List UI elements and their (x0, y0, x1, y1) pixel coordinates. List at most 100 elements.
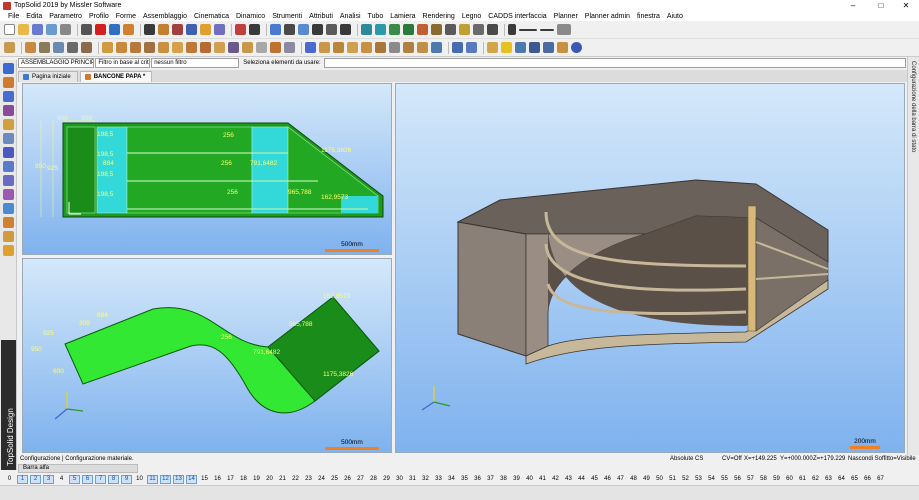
layer-button[interactable]: 63 (823, 475, 834, 484)
note-icon[interactable] (487, 42, 498, 53)
menu-assemblaggio[interactable]: Assemblaggio (143, 13, 187, 20)
print-icon[interactable] (60, 24, 71, 35)
pipe-tool-icon[interactable] (2, 189, 14, 200)
layer-button[interactable]: 55 (719, 475, 730, 484)
render-icon[interactable] (417, 24, 428, 35)
layer-button[interactable]: 44 (576, 475, 587, 484)
visibility-status[interactable]: Nascondi Soffitto=Visibile (848, 455, 916, 464)
zoom-icon[interactable] (361, 24, 372, 35)
close-button[interactable]: ✕ (893, 0, 919, 11)
layer-button[interactable]: 11 (147, 474, 158, 484)
box-icon[interactable] (340, 24, 351, 35)
layer-button[interactable]: 35 (459, 475, 470, 484)
menu-forme[interactable]: Forme (116, 13, 136, 20)
menu-planner-admin[interactable]: Planner admin (585, 13, 630, 20)
layer-button[interactable]: 47 (615, 475, 626, 484)
attribute-icon[interactable] (158, 24, 169, 35)
edge-icon[interactable] (186, 42, 197, 53)
render-tool-icon[interactable] (2, 217, 14, 228)
menu-legno[interactable]: Legno (462, 13, 481, 20)
menu-profilo[interactable]: Profilo (89, 13, 109, 20)
menu-aiuto[interactable]: Aiuto (667, 13, 683, 20)
coordinate-system[interactable]: Absolute CS (670, 455, 703, 464)
layer-button[interactable]: 27 (355, 475, 366, 484)
menu-analisi[interactable]: Analisi (340, 13, 361, 20)
tools-icon[interactable] (186, 24, 197, 35)
layer-button[interactable]: 21 (277, 475, 288, 484)
hole-icon[interactable] (39, 42, 50, 53)
part-icon[interactable] (25, 42, 36, 53)
layer-button[interactable]: 8 (108, 474, 119, 484)
board-icon[interactable] (102, 42, 113, 53)
layer-button[interactable]: 37 (485, 475, 496, 484)
export-icon[interactable] (515, 42, 526, 53)
point-icon[interactable] (235, 24, 246, 35)
layer-button[interactable]: 30 (394, 475, 405, 484)
copy-icon[interactable] (452, 42, 463, 53)
menu-rendering[interactable]: Rendering (423, 13, 455, 20)
menu-file[interactable]: File (8, 13, 19, 20)
wood-tool-icon[interactable] (2, 231, 14, 242)
pen-icon[interactable] (305, 42, 316, 53)
layer-button[interactable]: 41 (537, 475, 548, 484)
menu-finestra[interactable]: finestra (637, 13, 660, 20)
calculator-icon[interactable] (81, 24, 92, 35)
layer-button[interactable]: 15 (199, 475, 210, 484)
cabinet-icon[interactable] (158, 42, 169, 53)
beam-icon[interactable] (375, 42, 386, 53)
layer-button[interactable]: 40 (524, 475, 535, 484)
layer-button[interactable]: 62 (810, 475, 821, 484)
layer-button[interactable]: 10 (134, 475, 145, 484)
dowel-icon[interactable] (214, 42, 225, 53)
maximize-button[interactable]: □ (868, 0, 894, 11)
menu-strumenti[interactable]: Strumenti (272, 13, 302, 20)
layer-button[interactable]: 28 (368, 475, 379, 484)
hatch-icon[interactable] (557, 24, 571, 35)
layer-button[interactable]: 22 (290, 475, 301, 484)
layer-button[interactable]: 34 (446, 475, 457, 484)
viewport-flat[interactable]: 925 309 884 950 600 256 791,6482 965,788… (22, 258, 392, 453)
menu-cadds[interactable]: CADDS interfaccia (488, 13, 546, 20)
save-all-icon[interactable] (46, 24, 57, 35)
paint-icon[interactable] (123, 24, 134, 35)
block-icon[interactable] (333, 42, 344, 53)
viewport-perspective[interactable]: 200mm (395, 83, 905, 453)
tab-pagina-iniziale[interactable]: Pagina iniziale (18, 71, 78, 82)
attribute-tool-icon[interactable] (2, 161, 14, 172)
line-style-icon[interactable] (519, 28, 537, 31)
layer-button[interactable]: 42 (550, 475, 561, 484)
frame-wood-icon[interactable] (242, 42, 253, 53)
joint-icon[interactable] (200, 42, 211, 53)
cursor-icon[interactable] (249, 24, 260, 35)
shelf-icon[interactable] (130, 42, 141, 53)
menu-parametro[interactable]: Parametro (49, 13, 82, 20)
layer-button[interactable]: 13 (173, 474, 184, 484)
assembly-icon[interactable] (4, 42, 15, 53)
bulb-icon[interactable] (200, 24, 211, 35)
cut-icon[interactable] (270, 42, 281, 53)
layer-button[interactable]: 49 (641, 475, 652, 484)
menu-attributi[interactable]: Attributi (309, 13, 333, 20)
bracket-icon[interactable] (312, 24, 323, 35)
layer-button[interactable]: 23 (303, 475, 314, 484)
panel-icon[interactable] (116, 42, 127, 53)
layer-button[interactable]: 43 (563, 475, 574, 484)
planner-tool-icon[interactable] (2, 245, 14, 256)
shade-icon[interactable] (473, 24, 484, 35)
layer-button[interactable]: 64 (836, 475, 847, 484)
menu-cinematica[interactable]: Cinematica (194, 13, 229, 20)
flash-icon[interactable] (501, 42, 512, 53)
layer-button[interactable]: 7 (95, 474, 106, 484)
layer-button[interactable]: 9 (121, 474, 132, 484)
paste-icon[interactable] (466, 42, 477, 53)
layer-button[interactable]: 38 (498, 475, 509, 484)
line-type-icon[interactable] (540, 28, 554, 31)
sketch-tool-icon[interactable] (2, 63, 14, 74)
menu-lamiera[interactable]: Lamiera (390, 13, 415, 20)
assembly-selector[interactable]: ASSEMBLAGGIO PRINCIPALE (18, 57, 95, 68)
layer-button[interactable]: 6 (82, 474, 93, 484)
hierarchy-icon[interactable] (172, 24, 183, 35)
layer-button[interactable]: 29 (381, 475, 392, 484)
dynamic-tool-icon[interactable] (2, 133, 14, 144)
layer-button[interactable]: 24 (316, 475, 327, 484)
